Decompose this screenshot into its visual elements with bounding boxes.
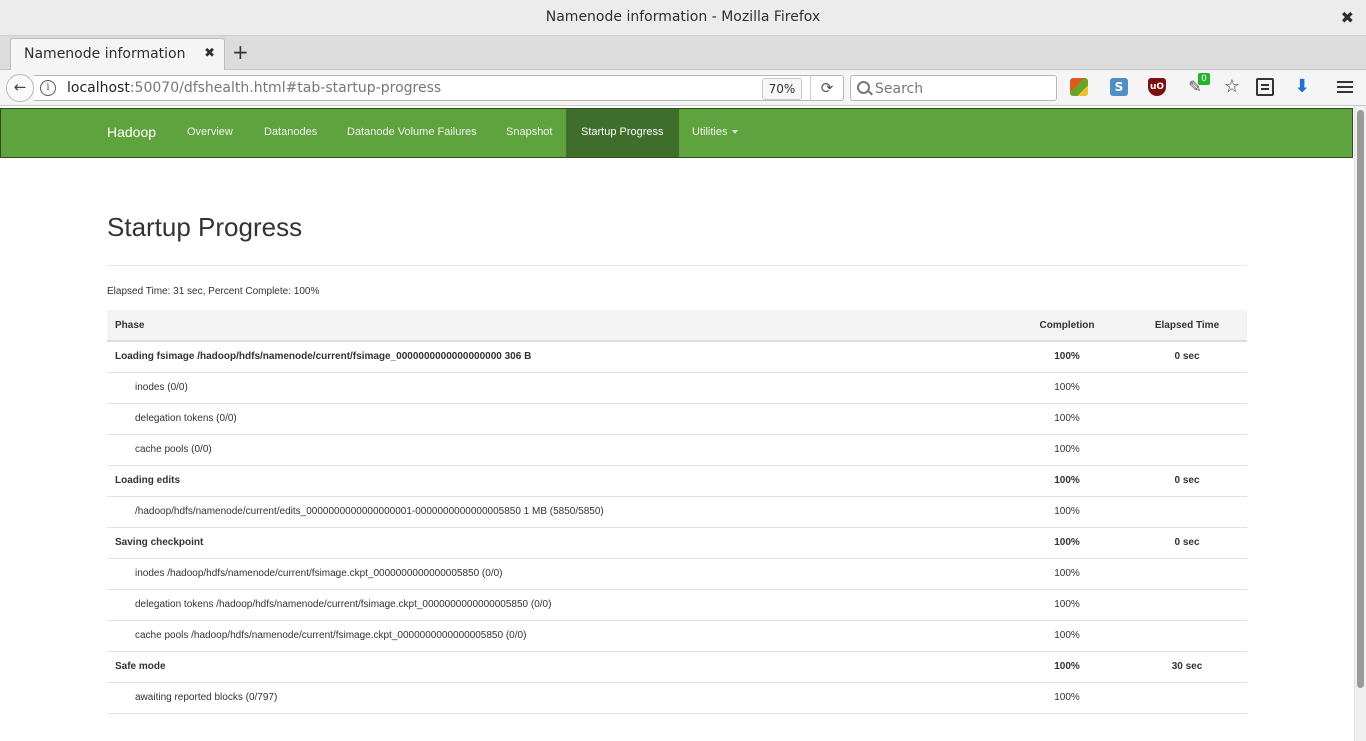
completion-cell: 100%	[1007, 465, 1127, 497]
completion-cell: 100%	[1007, 434, 1127, 466]
download-arrow-icon[interactable]: ⬇	[1293, 78, 1311, 96]
tab-title: Namenode information	[24, 46, 186, 62]
bookmark-star-icon[interactable]: ☆	[1223, 78, 1241, 96]
window-title: Namenode information - Mozilla Firefox	[545, 9, 821, 25]
phase-cell: Loading fsimage /hadoop/hdfs/namenode/cu…	[107, 341, 1007, 373]
page-title: Startup Progress	[107, 212, 303, 242]
table-header-row: Phase Completion Elapsed Time	[107, 310, 1247, 342]
completion-cell: 100%	[1007, 403, 1127, 435]
browser-tab[interactable]: Namenode information ✖	[10, 38, 225, 70]
navigation-toolbar: ← i localhost:50070/dfshealth.html#tab-s…	[0, 70, 1366, 106]
phase-cell: cache pools /hadoop/hdfs/namenode/curren…	[107, 620, 1007, 652]
header-phase: Phase	[107, 310, 1007, 342]
search-box[interactable]	[850, 75, 1057, 101]
s-extension-icon[interactable]: S	[1110, 78, 1128, 96]
completion-cell: 100%	[1007, 589, 1127, 621]
url-host: localhost	[67, 80, 130, 96]
nav-datanodes[interactable]: Datanodes	[264, 109, 317, 157]
phase-row: Saving checkpoint 100% 0 sec	[107, 527, 1247, 559]
phase-cell: delegation tokens /hadoop/hdfs/namenode/…	[107, 589, 1007, 621]
elapsed-cell: 30 sec	[1127, 651, 1247, 683]
completion-cell: 100%	[1007, 341, 1127, 373]
page-viewport: Hadoop Overview Datanodes Datanode Volum…	[0, 106, 1354, 741]
elapsed-cell	[1127, 682, 1247, 714]
step-row: inodes (0/0) 100%	[107, 372, 1247, 404]
phase-cell: delegation tokens (0/0)	[107, 403, 1007, 435]
scrollbar-thumb[interactable]	[1357, 110, 1364, 688]
step-row: delegation tokens /hadoop/hdfs/namenode/…	[107, 589, 1247, 621]
completion-cell: 100%	[1007, 496, 1127, 528]
step-row: inodes /hadoop/hdfs/namenode/current/fsi…	[107, 558, 1247, 590]
phase-cell: Loading edits	[107, 465, 1007, 497]
window-close-icon[interactable]: ✖	[1341, 8, 1354, 27]
title-divider	[107, 265, 1247, 266]
header-elapsed-time: Elapsed Time	[1127, 310, 1247, 342]
hadoop-brand[interactable]: Hadoop	[107, 124, 156, 140]
back-arrow-icon[interactable]: ←	[6, 74, 34, 102]
nav-utilities[interactable]: Utilities	[692, 109, 739, 157]
startup-progress-table: Phase Completion Elapsed Time Loading fs…	[107, 310, 1247, 714]
ublock-icon[interactable]: uO	[1148, 78, 1166, 96]
elapsed-cell: 0 sec	[1127, 527, 1247, 559]
hadoop-navbar: Hadoop Overview Datanodes Datanode Volum…	[0, 108, 1353, 158]
vertical-scrollbar[interactable]	[1354, 106, 1366, 741]
completion-cell: 100%	[1007, 620, 1127, 652]
elapsed-cell: 0 sec	[1127, 465, 1247, 497]
nav-datanode-volume-failures[interactable]: Datanode Volume Failures	[347, 109, 477, 157]
site-info-icon[interactable]: i	[40, 80, 56, 96]
url-bar[interactable]: i localhost:50070/dfshealth.html#tab-sta…	[34, 75, 844, 101]
tab-close-icon[interactable]: ✖	[204, 46, 215, 61]
elapsed-cell	[1127, 589, 1247, 621]
completion-cell: 100%	[1007, 558, 1127, 590]
elapsed-cell	[1127, 496, 1247, 528]
search-input[interactable]	[873, 78, 1052, 100]
completion-cell: 100%	[1007, 372, 1127, 404]
step-row: /hadoop/hdfs/namenode/current/edits_0000…	[107, 496, 1247, 528]
completion-cell: 100%	[1007, 651, 1127, 683]
extension-badge: 0	[1198, 73, 1210, 85]
tab-strip: Namenode information ✖ +	[0, 36, 1366, 70]
elapsed-cell	[1127, 403, 1247, 435]
nav-utilities-label: Utilities	[692, 126, 728, 138]
phase-cell: cache pools (0/0)	[107, 434, 1007, 466]
elapsed-cell	[1127, 558, 1247, 590]
new-tab-icon[interactable]: +	[232, 41, 249, 63]
colorful-extension-icon[interactable]	[1070, 78, 1088, 96]
elapsed-cell: 0 sec	[1127, 341, 1247, 373]
elapsed-cell	[1127, 434, 1247, 466]
phase-row: Loading fsimage /hadoop/hdfs/namenode/cu…	[107, 341, 1247, 373]
phase-cell: inodes /hadoop/hdfs/namenode/current/fsi…	[107, 558, 1007, 590]
window-titlebar: Namenode information - Mozilla Firefox ✖	[0, 0, 1366, 36]
step-row: delegation tokens (0/0) 100%	[107, 403, 1247, 435]
completion-cell: 100%	[1007, 527, 1127, 559]
phase-cell: awaiting reported blocks (0/797)	[107, 682, 1007, 714]
phase-cell: inodes (0/0)	[107, 372, 1007, 404]
step-row: cache pools (0/0) 100%	[107, 434, 1247, 466]
hamburger-menu-icon[interactable]	[1337, 78, 1355, 96]
phase-cell: Saving checkpoint	[107, 527, 1007, 559]
phase-cell: Safe mode	[107, 651, 1007, 683]
header-completion: Completion	[1007, 310, 1127, 342]
phase-row: Safe mode 100% 30 sec	[107, 651, 1247, 683]
nav-overview[interactable]: Overview	[187, 109, 233, 157]
nav-startup-progress[interactable]: Startup Progress	[566, 109, 679, 157]
reading-list-icon[interactable]	[1256, 78, 1274, 96]
url-text[interactable]: localhost:50070/dfshealth.html#tab-start…	[67, 80, 441, 96]
elapsed-cell	[1127, 620, 1247, 652]
nav-snapshot[interactable]: Snapshot	[506, 109, 552, 157]
caret-down-icon	[732, 130, 739, 135]
step-row: awaiting reported blocks (0/797) 100%	[107, 682, 1247, 714]
search-icon	[857, 81, 870, 94]
step-row: cache pools /hadoop/hdfs/namenode/curren…	[107, 620, 1247, 652]
elapsed-cell	[1127, 372, 1247, 404]
elapsed-summary: Elapsed Time: 31 sec, Percent Complete: …	[107, 286, 320, 297]
url-path: :50070/dfshealth.html#tab-startup-progre…	[129, 80, 442, 96]
phase-row: Loading edits 100% 0 sec	[107, 465, 1247, 497]
reload-icon[interactable]: ⟳	[810, 76, 843, 100]
completion-cell: 100%	[1007, 682, 1127, 714]
phase-cell: /hadoop/hdfs/namenode/current/edits_0000…	[107, 496, 1007, 528]
zoom-level-button[interactable]: 70%	[762, 78, 802, 100]
